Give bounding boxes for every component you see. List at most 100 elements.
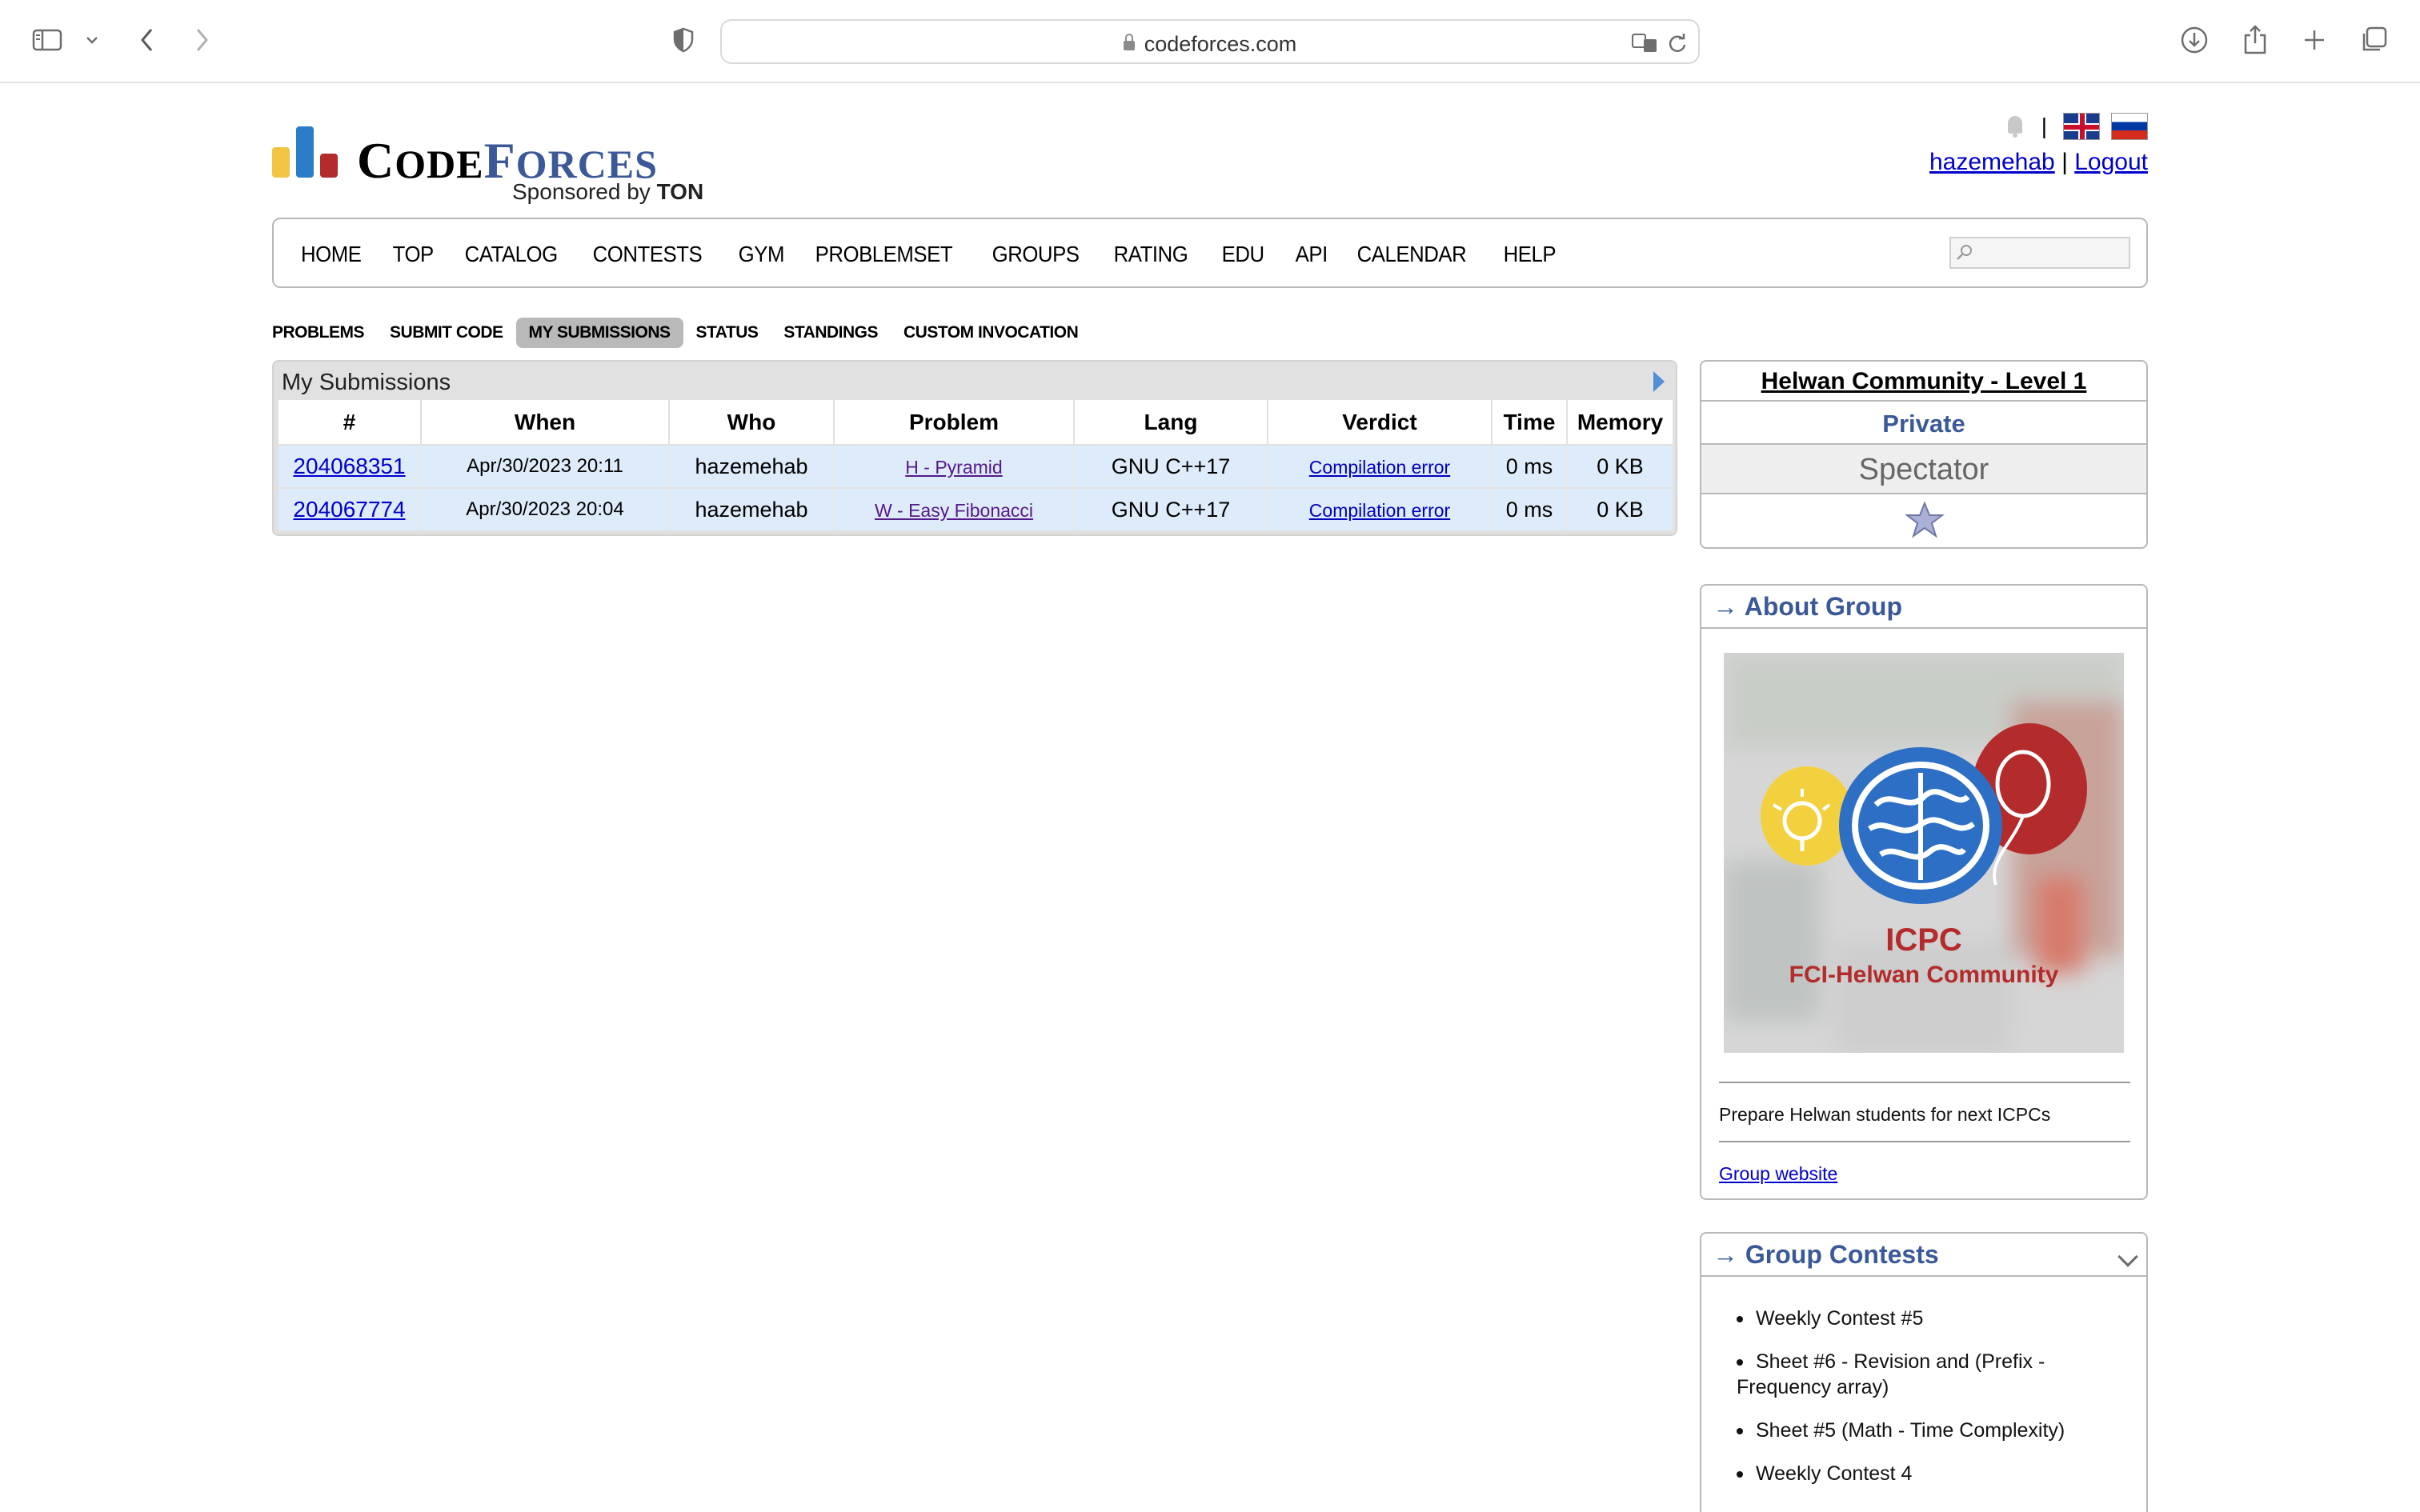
verdict-link[interactable]: Compilation error (1309, 457, 1450, 478)
russian-flag-icon[interactable] (2111, 113, 2148, 140)
privacy-shield-icon[interactable] (667, 18, 699, 62)
submission-author: hazemehab (669, 445, 835, 489)
search-input[interactable] (1949, 237, 2130, 269)
tab-my-submissions[interactable]: MY SUBMISSIONS (515, 318, 683, 348)
submission-time: Apr/30/2023 20:11 (421, 445, 670, 489)
separator: | (2041, 114, 2047, 138)
submission-id-link[interactable]: 204067774 (293, 497, 405, 522)
contests-list: Weekly Contest #5 Sheet #6 - Revision an… (1737, 1306, 2129, 1504)
submission-id-link[interactable]: 204068351 (293, 454, 405, 478)
column-header: Who (669, 400, 835, 446)
about-group-box: → About Group ICPC FCI-Helwan Community … (1700, 584, 2148, 1200)
group-contests-title: → Group Contests (1701, 1234, 2146, 1277)
url-text: codeforces.com (1144, 32, 1297, 56)
problem-link[interactable]: W - Easy Fibonacci (875, 500, 1033, 521)
group-info-box: Helwan Community - Level 1 Private Spect… (1700, 360, 2148, 549)
menu-item-home[interactable]: HOME (301, 242, 374, 267)
column-header: When (421, 400, 670, 446)
tab-overview-icon[interactable] (2356, 18, 2391, 62)
star-icon[interactable] (1905, 501, 1945, 539)
tab-status[interactable]: STATUS (683, 318, 771, 348)
menu-item-help[interactable]: HELP (1491, 242, 1569, 267)
submission-memory: 0 KB (1567, 488, 1673, 532)
menu-item-problemset[interactable]: PROBLEMSET (803, 242, 965, 267)
back-icon[interactable] (131, 18, 163, 62)
header-user-area: | hazemehab | Logout (1828, 109, 2148, 189)
divider (1719, 1082, 2130, 1083)
logout-link[interactable]: Logout (2074, 149, 2148, 175)
chevron-down-icon[interactable] (80, 18, 104, 62)
table-row: 204067774 Apr/30/2023 20:04 hazemehab W … (278, 488, 1673, 532)
submission-language: GNU C++17 (1074, 445, 1268, 489)
group-website-link[interactable]: Group website (1719, 1163, 1837, 1185)
menu-item-rating[interactable]: RATING (1101, 242, 1200, 267)
menu-item-contests[interactable]: CONTESTS (580, 242, 715, 267)
list-item[interactable]: Weekly Contest 4 (1737, 1461, 2129, 1486)
translate-icon[interactable] (1629, 27, 1661, 59)
group-name-link[interactable]: Helwan Community - Level 1 (1701, 362, 2146, 402)
search-icon (1957, 245, 1972, 260)
column-header: # (278, 400, 422, 446)
submission-author: hazemehab (669, 488, 835, 532)
group-logo-image: ICPC FCI-Helwan Community (1724, 653, 2124, 1053)
column-header: Problem (834, 400, 1075, 446)
menu-item-catalog[interactable]: CATALOG (452, 242, 570, 267)
group-contests-box: → Group Contests Weekly Contest #5 Sheet… (1700, 1232, 2148, 1512)
menu-item-api[interactable]: API (1283, 242, 1340, 267)
expand-arrow-icon[interactable] (1653, 371, 1665, 392)
group-role-label: Spectator (1701, 445, 2146, 494)
verdict-link[interactable]: Compilation error (1309, 500, 1450, 521)
submission-time: Apr/30/2023 20:04 (421, 488, 670, 532)
column-header: Memory (1567, 400, 1673, 446)
lock-icon (1123, 34, 1135, 50)
username-link[interactable]: hazemehab (1929, 149, 2055, 175)
list-item[interactable]: Weekly Contest #5 (1737, 1306, 2129, 1331)
page: CODEFORCES Sponsored by TON | hazemehab … (272, 83, 2148, 1512)
about-group-title: → About Group (1701, 586, 2146, 629)
divider (1719, 1141, 2130, 1142)
tab-submit-code[interactable]: SUBMIT CODE (377, 318, 516, 348)
english-flag-icon[interactable] (2063, 113, 2100, 140)
panel-title: My Submissions (282, 370, 451, 395)
submission-time-used: 0 ms (1492, 445, 1568, 489)
image-text-icpc: ICPC (1885, 922, 1962, 958)
notification-bell-icon[interactable] (2005, 114, 2025, 138)
group-description: Prepare Helwan students for next ICPCs (1719, 1104, 2051, 1125)
list-item[interactable]: Sheet #6 - Revision and (Prefix - Freque… (1737, 1349, 2129, 1400)
menu-item-edu[interactable]: EDU (1209, 242, 1276, 267)
tab-custom-invocation[interactable]: CUSTOM INVOCATION (891, 318, 1091, 348)
column-header: Verdict (1268, 400, 1492, 446)
menu-item-gym[interactable]: GYM (726, 242, 797, 267)
menu-item-groups[interactable]: GROUPS (980, 242, 1092, 267)
table-header-row: # When Who Problem Lang Verdict Time Mem… (278, 400, 1673, 446)
column-header: Lang (1074, 400, 1268, 446)
tab-standings[interactable]: STANDINGS (771, 318, 891, 348)
list-item[interactable]: Sheet #5 (Math - Time Complexity) (1737, 1418, 2129, 1443)
submission-language: GNU C++17 (1074, 488, 1268, 532)
forward-icon[interactable] (186, 18, 218, 62)
reload-icon[interactable] (1663, 27, 1692, 59)
contest-submenu: PROBLEMS SUBMIT CODE MY SUBMISSIONS STAT… (272, 317, 1091, 349)
submission-memory: 0 KB (1567, 445, 1673, 489)
logo-bars-icon (272, 126, 339, 178)
address-bar[interactable]: codeforces.com (720, 19, 1700, 64)
codeforces-logo[interactable]: CODEFORCES Sponsored by TON (272, 120, 720, 208)
downloads-icon[interactable] (2177, 18, 2212, 62)
menu-item-calendar[interactable]: CALENDAR (1344, 242, 1479, 267)
chevron-down-icon[interactable] (2118, 1246, 2138, 1267)
submission-time-used: 0 ms (1492, 488, 1568, 532)
new-tab-icon[interactable] (2297, 18, 2332, 62)
separator: | (2061, 149, 2068, 175)
column-header: Time (1492, 400, 1568, 446)
table-row: 204068351 Apr/30/2023 20:11 hazemehab H … (278, 445, 1673, 489)
menu-item-top[interactable]: TOP (380, 242, 446, 267)
image-text-community: FCI-Helwan Community (1789, 962, 2059, 988)
share-icon[interactable] (2238, 18, 2273, 62)
logo-sponsor: Sponsored by TON (512, 179, 704, 204)
sidebar-toggle-icon[interactable] (30, 18, 66, 62)
problem-link[interactable]: H - Pyramid (905, 457, 1002, 478)
group-privacy-label: Private (1701, 402, 2146, 445)
browser-toolbar: codeforces.com (0, 0, 2420, 83)
tab-problems[interactable]: PROBLEMS (272, 318, 377, 348)
submissions-table: # When Who Problem Lang Verdict Time Mem… (278, 400, 1673, 532)
